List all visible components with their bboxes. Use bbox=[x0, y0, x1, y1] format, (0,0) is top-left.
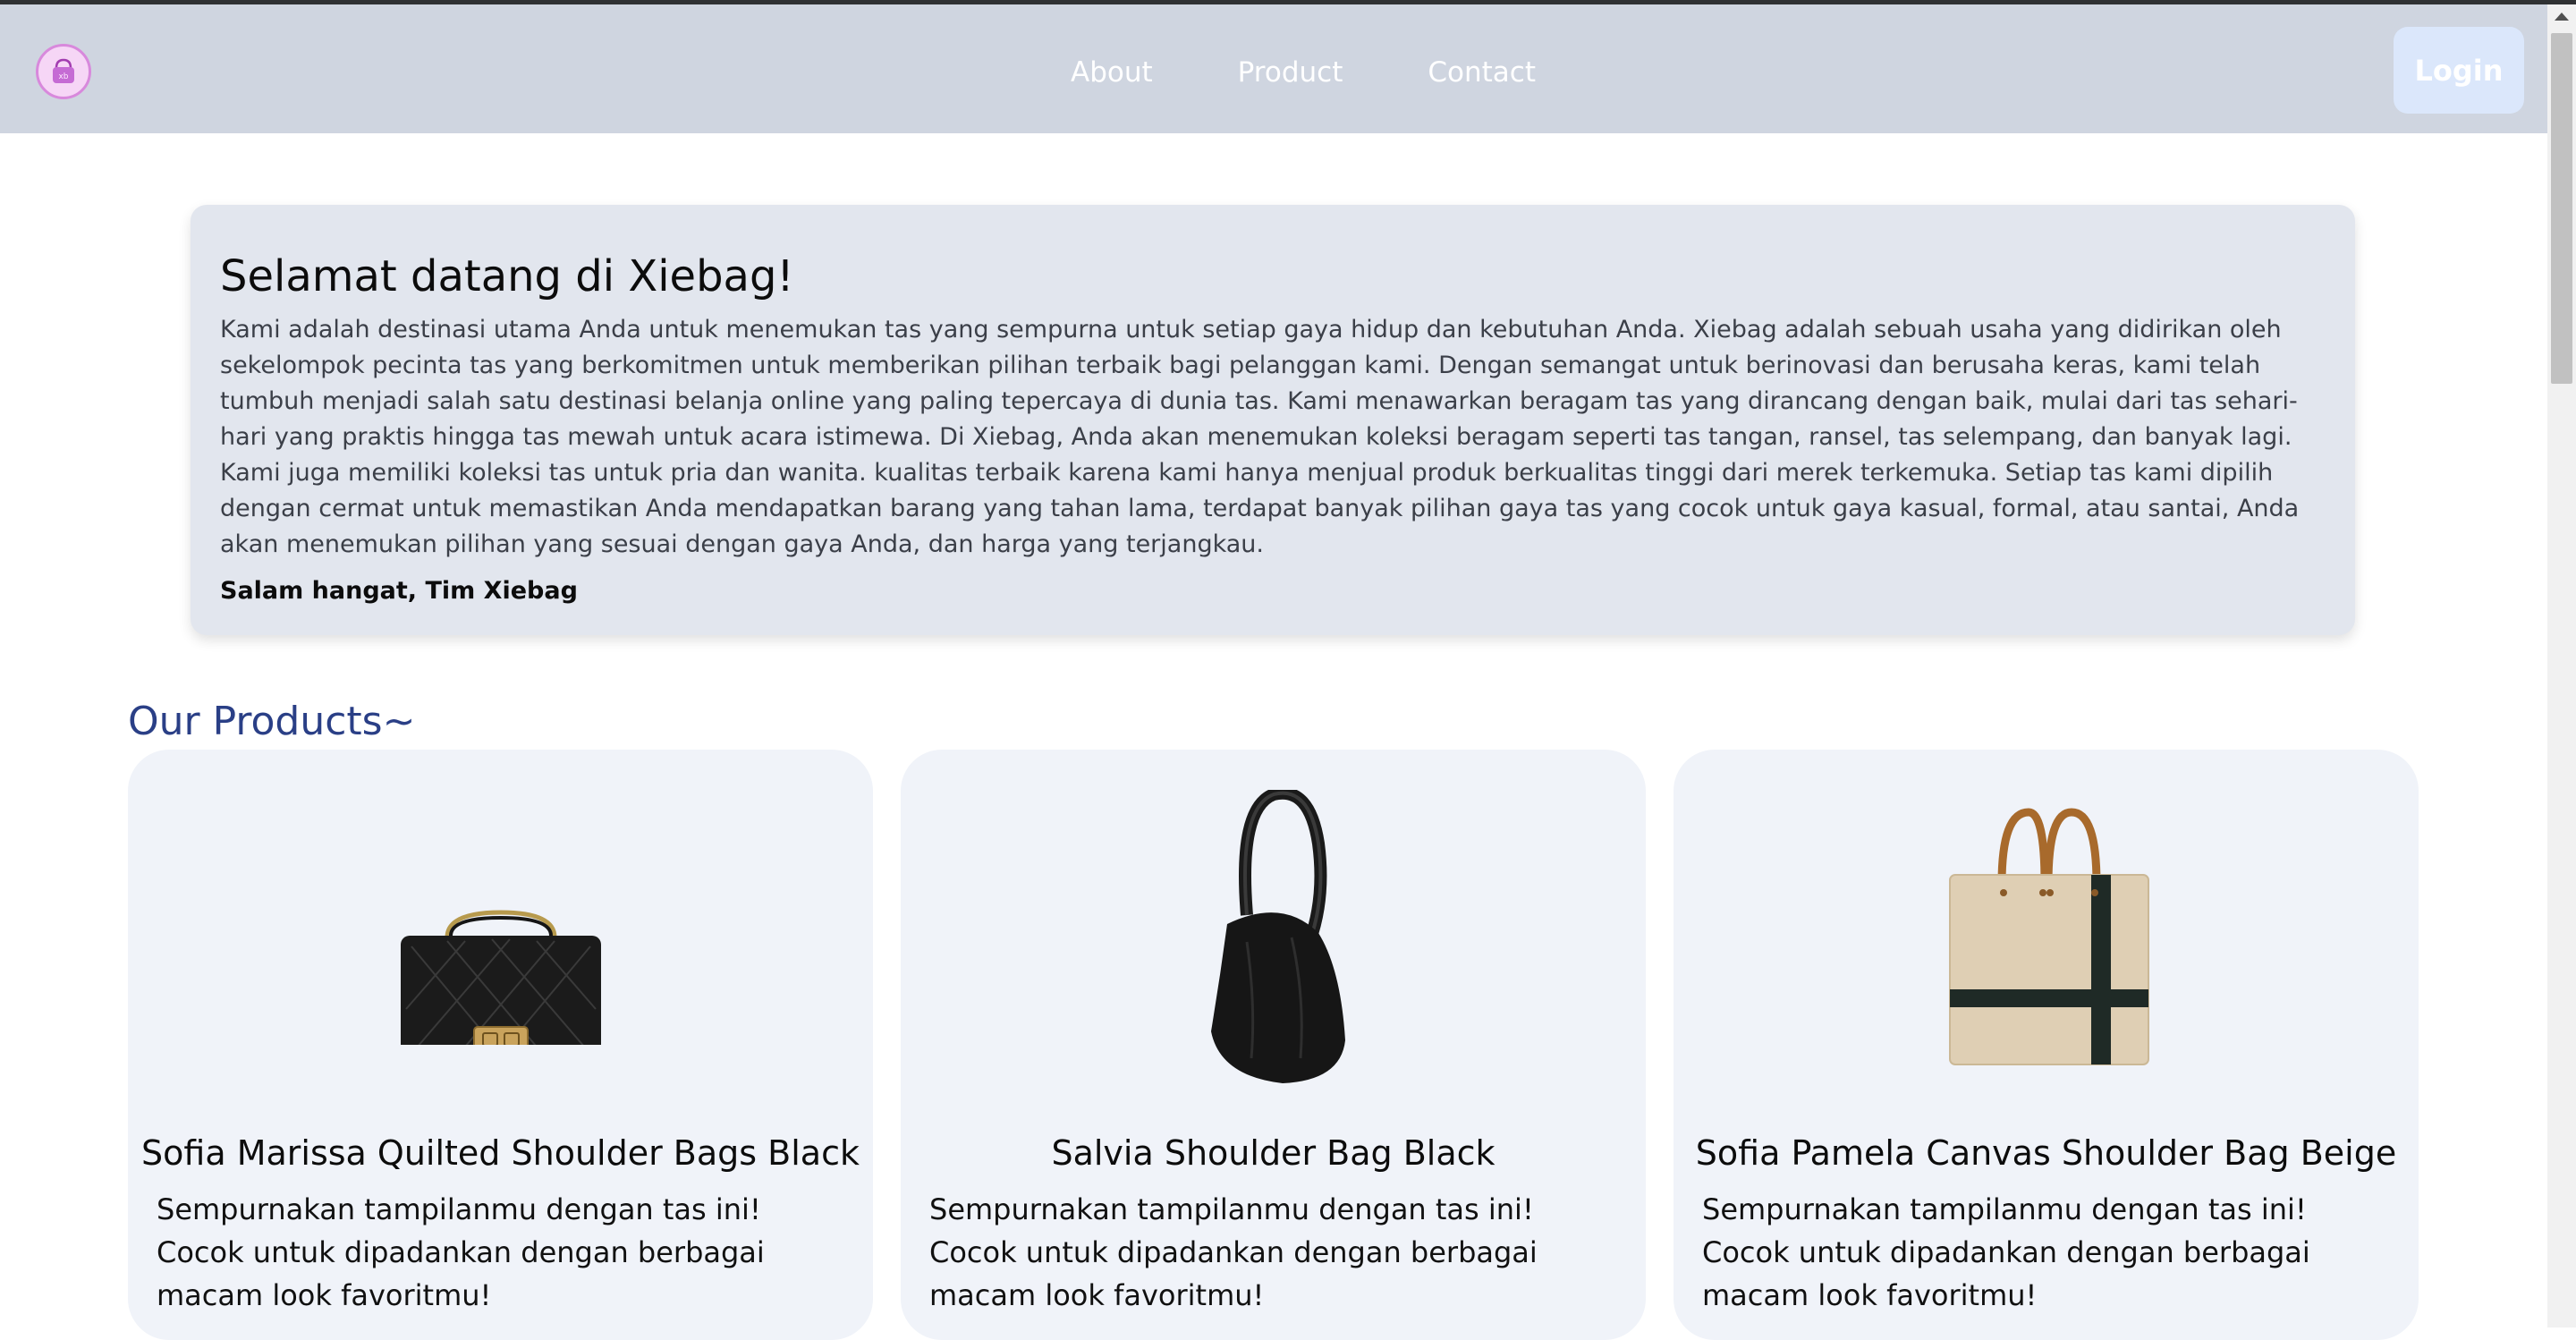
black-hobo-bag-image[interactable] bbox=[901, 785, 1646, 1090]
nav-link-contact[interactable]: Contact bbox=[1428, 49, 1536, 96]
product-name[interactable]: Salvia Shoulder Bag Black bbox=[901, 1134, 1646, 1172]
product-name[interactable]: Sofia Marissa Quilted Shoulder Bags Blac… bbox=[128, 1134, 873, 1172]
welcome-body: Kami adalah destinasi utama Anda untuk m… bbox=[220, 316, 2300, 558]
scrollbar-thumb[interactable] bbox=[2551, 33, 2572, 384]
product-description: Sempurnakan tampilanmu dengan tas ini! C… bbox=[929, 1188, 1618, 1317]
beige-canvas-tote-image[interactable] bbox=[1674, 785, 2419, 1090]
product-card[interactable]: Sofia Marissa Quilted Shoulder Bags Blac… bbox=[128, 750, 873, 1340]
welcome-signature: Salam hangat, Tim Xiebag bbox=[220, 577, 578, 605]
product-desc-line-2: Cocok untuk dipadankan dengan berbagai m… bbox=[929, 1235, 1538, 1312]
nav-link-product[interactable]: Product bbox=[1238, 49, 1343, 96]
welcome-card: Selamat datang di Xiebag! Kami adalah de… bbox=[191, 205, 2355, 635]
product-card[interactable]: Salvia Shoulder Bag Black Sempurnakan ta… bbox=[901, 750, 1646, 1340]
navbar: xb About Product Contact Login bbox=[0, 4, 2547, 133]
product-description: Sempurnakan tampilanmu dengan tas ini! C… bbox=[157, 1188, 845, 1317]
login-button[interactable]: Login bbox=[2394, 27, 2524, 114]
product-desc-line-1: Sempurnakan tampilanmu dengan tas ini! bbox=[929, 1192, 1534, 1226]
product-desc-line-1: Sempurnakan tampilanmu dengan tas ini! bbox=[1702, 1192, 2307, 1226]
product-name[interactable]: Sofia Pamela Canvas Shoulder Bag Beige bbox=[1674, 1134, 2419, 1172]
handbag-logo-icon[interactable]: xb bbox=[36, 44, 91, 99]
nav-links: About Product Contact bbox=[1071, 49, 1621, 96]
welcome-title: Selamat datang di Xiebag! bbox=[220, 251, 794, 301]
quilted-black-bag-image[interactable] bbox=[128, 785, 873, 1090]
product-desc-line-1: Sempurnakan tampilanmu dengan tas ini! bbox=[157, 1192, 761, 1226]
product-desc-line-2: Cocok untuk dipadankan dengan berbagai m… bbox=[1702, 1235, 2310, 1312]
product-desc-line-2: Cocok untuk dipadankan dengan berbagai m… bbox=[157, 1235, 765, 1312]
scroll-up-arrow-icon[interactable] bbox=[2555, 13, 2569, 21]
product-description: Sempurnakan tampilanmu dengan tas ini! C… bbox=[1702, 1188, 2391, 1317]
product-card[interactable]: Sofia Pamela Canvas Shoulder Bag Beige S… bbox=[1674, 750, 2419, 1340]
products-heading: Our Products~ bbox=[128, 699, 416, 744]
nav-link-about[interactable]: About bbox=[1071, 49, 1153, 96]
svg-text:xb: xb bbox=[58, 72, 68, 81]
